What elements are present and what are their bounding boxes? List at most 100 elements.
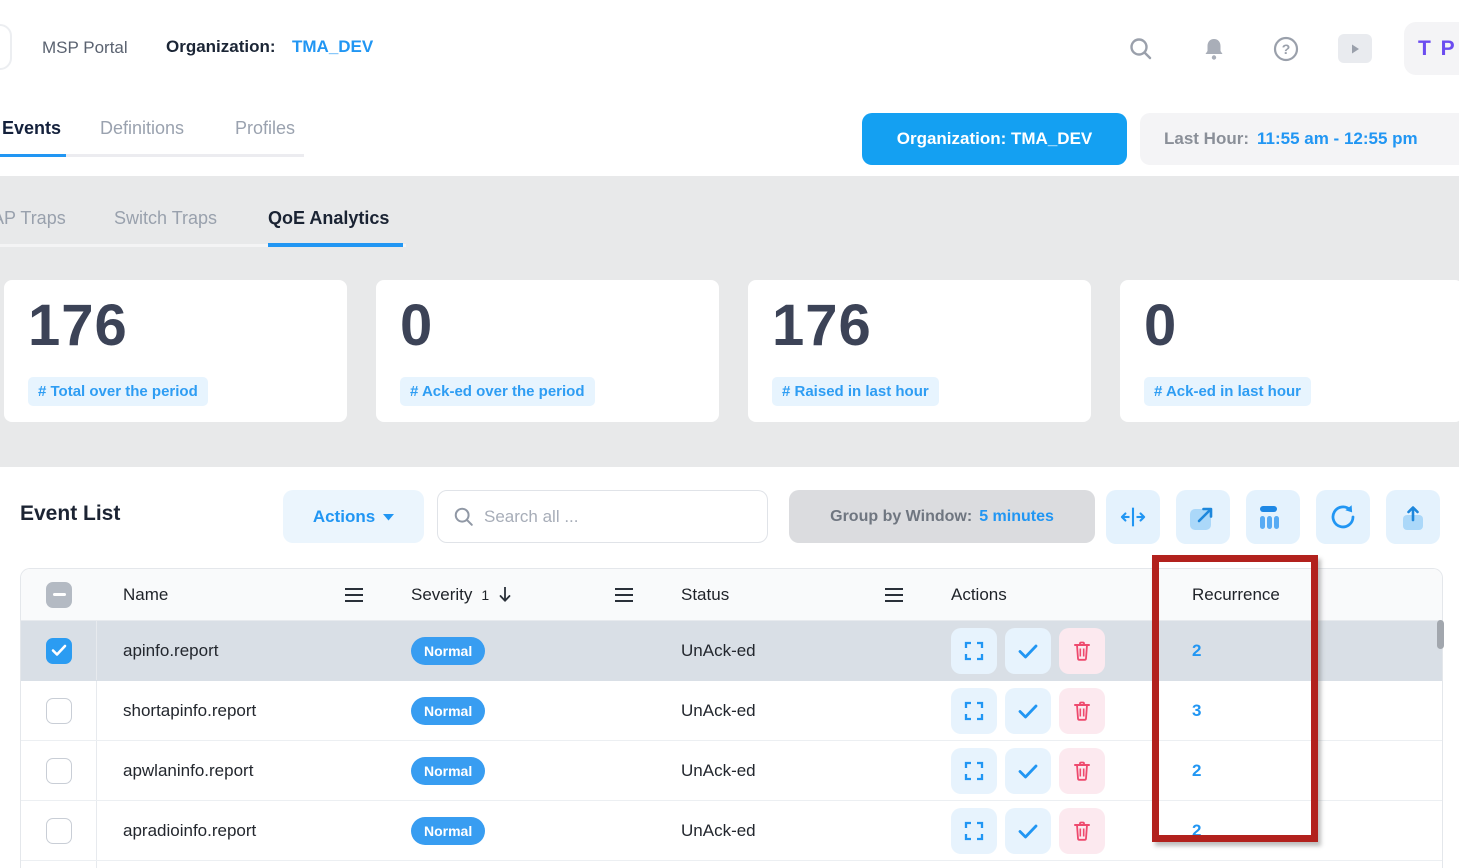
event-status: UnAck-ed: [681, 641, 756, 661]
column-menu-icon[interactable]: [615, 588, 633, 602]
recurrence-link[interactable]: 2: [1192, 641, 1201, 661]
columns-button[interactable]: [1246, 490, 1300, 544]
recurrence-link[interactable]: 2: [1192, 821, 1201, 841]
subtab-ap-traps[interactable]: AP Traps: [0, 208, 66, 229]
split-resize-button[interactable]: [1106, 490, 1160, 544]
event-name: shortapinfo.report: [123, 701, 256, 721]
subtab-switch-traps[interactable]: Switch Traps: [114, 208, 217, 229]
table-scrollbar-thumb[interactable]: [1437, 620, 1444, 649]
column-menu-icon[interactable]: [345, 588, 363, 602]
expand-icon: [962, 819, 986, 843]
acknowledge-check-icon: [1016, 699, 1040, 723]
delete-trash-icon: [1070, 819, 1094, 843]
event-status: UnAck-ed: [681, 761, 756, 781]
org-label: Organization:: [166, 37, 276, 57]
avatar-initials: T P: [1418, 37, 1457, 61]
search-input[interactable]: [484, 507, 734, 527]
event-name: apradioinfo.report: [123, 821, 256, 841]
acknowledge-button[interactable]: [1005, 688, 1051, 734]
table-row[interactable]: shortapinfo.report Normal UnAck-ed: [21, 681, 1442, 741]
group-by-window-control[interactable]: Group by Window: 5 minutes: [789, 490, 1095, 543]
table-row[interactable]: apradioinfo.report Normal UnAck-ed: [21, 801, 1442, 861]
nav-row: Events Definitions Profiles Organization…: [0, 96, 1459, 176]
severity-badge: Normal: [411, 817, 485, 845]
acknowledge-button[interactable]: [1005, 748, 1051, 794]
table-row[interactable]: apinfo.report Normal UnAck-ed: [21, 621, 1442, 681]
page: MSP Portal Organization: TMA_DEV ? T P E…: [0, 0, 1459, 868]
row-checkbox[interactable]: [46, 698, 72, 724]
help-icon[interactable]: ?: [1273, 36, 1299, 62]
severity-badge: Normal: [411, 697, 485, 725]
acknowledge-check-icon: [1016, 819, 1040, 843]
video-icon[interactable]: [1338, 34, 1372, 63]
table-header-row: Name Severity 1 Stat: [21, 569, 1442, 621]
chevron-down-icon: [383, 513, 394, 521]
tab-events[interactable]: Events: [2, 118, 61, 139]
refresh-icon: [1328, 502, 1358, 532]
split-resize-icon: [1119, 503, 1147, 531]
subtab-qoe-analytics[interactable]: QoE Analytics: [268, 208, 389, 229]
column-menu-icon[interactable]: [885, 588, 903, 602]
stat-value: 176: [772, 292, 872, 359]
avatar[interactable]: T P: [1404, 22, 1459, 75]
sort-descending-icon[interactable]: [498, 586, 512, 603]
select-all-checkbox[interactable]: [46, 582, 72, 608]
event-table: Name Severity 1 Stat: [20, 568, 1443, 868]
acknowledge-button[interactable]: [1005, 808, 1051, 854]
header-recurrence[interactable]: Recurrence: [1192, 585, 1280, 605]
recurrence-link[interactable]: 3: [1192, 701, 1201, 721]
expand-icon: [962, 699, 986, 723]
stat-card-raised-hour: 176 # Raised in last hour: [748, 280, 1091, 422]
stat-value: 176: [28, 292, 128, 359]
header-name[interactable]: Name: [123, 585, 168, 605]
stat-card-acked-hour: 0 # Ack-ed in last hour: [1120, 280, 1459, 422]
severity-badge: Normal: [411, 757, 485, 785]
acknowledge-button[interactable]: [1005, 628, 1051, 674]
indeterminate-minus-icon: [53, 593, 66, 596]
check-icon: [51, 644, 67, 657]
severity-badge: Normal: [411, 637, 485, 665]
org-link[interactable]: TMA_DEV: [292, 37, 373, 57]
actions-dropdown-button[interactable]: Actions: [283, 490, 424, 543]
bell-icon[interactable]: [1201, 36, 1227, 62]
expand-button[interactable]: [951, 748, 997, 794]
delete-button[interactable]: [1059, 748, 1105, 794]
open-external-button[interactable]: [1176, 490, 1230, 544]
time-range-picker[interactable]: Last Hour: 11:55 am - 12:55 pm: [1140, 113, 1459, 165]
brand: MSP Portal: [42, 38, 128, 58]
header-status[interactable]: Status: [681, 585, 729, 605]
stat-label: # Total over the period: [28, 377, 208, 406]
header-severity[interactable]: Severity: [411, 585, 472, 605]
recurrence-link[interactable]: 2: [1192, 761, 1201, 781]
organization-button[interactable]: Organization: TMA_DEV: [862, 113, 1127, 165]
delete-button[interactable]: [1059, 628, 1105, 674]
period-label: Last Hour:: [1164, 129, 1249, 149]
topbar: MSP Portal Organization: TMA_DEV ? T P: [0, 0, 1459, 96]
table-row[interactable]: apwlaninfo.report Normal UnAck-ed: [21, 741, 1442, 801]
row-checkbox[interactable]: [46, 638, 72, 664]
acknowledge-check-icon: [1016, 759, 1040, 783]
upload-button[interactable]: [1386, 490, 1440, 544]
actions-label: Actions: [313, 507, 375, 527]
stat-label: # Ack-ed over the period: [400, 377, 595, 406]
external-link-icon: [1190, 504, 1216, 530]
expand-button[interactable]: [951, 688, 997, 734]
expand-icon: [962, 639, 986, 663]
table-row-partial: [21, 861, 1442, 868]
search-icon[interactable]: [1128, 36, 1154, 62]
stat-label: # Raised in last hour: [772, 377, 939, 406]
delete-button[interactable]: [1059, 688, 1105, 734]
row-checkbox[interactable]: [46, 818, 72, 844]
stat-value: 0: [1144, 292, 1177, 359]
stat-value: 0: [400, 292, 433, 359]
tab-profiles[interactable]: Profiles: [235, 118, 295, 139]
search-icon: [453, 506, 475, 528]
expand-button[interactable]: [951, 628, 997, 674]
row-checkbox[interactable]: [46, 758, 72, 784]
refresh-button[interactable]: [1316, 490, 1370, 544]
delete-button[interactable]: [1059, 808, 1105, 854]
expand-button[interactable]: [951, 808, 997, 854]
tab-active-indicator: [0, 154, 66, 157]
tab-definitions[interactable]: Definitions: [100, 118, 184, 139]
delete-trash-icon: [1070, 639, 1094, 663]
